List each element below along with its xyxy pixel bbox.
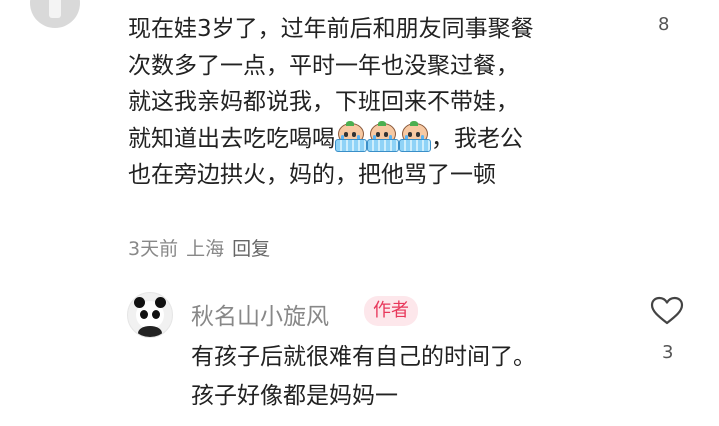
heart-icon[interactable]: [650, 296, 684, 326]
comment-like-count: 8: [658, 14, 670, 35]
comment-line-part: ，我老公: [431, 125, 523, 152]
panda-eye: [140, 310, 148, 319]
crying-baby-emoji-icon: [335, 120, 367, 152]
panda-ear: [134, 297, 145, 308]
reply-button[interactable]: 回复: [232, 238, 270, 260]
crying-baby-emoji-icon: [399, 120, 431, 152]
comment-location: 上海: [186, 238, 225, 260]
crying-baby-emoji-icon: [367, 120, 399, 152]
comment-line: 也在旁边拱火，妈的，把他骂了一顿: [128, 162, 496, 188]
author-badge: 作者: [364, 296, 418, 326]
reply-line: 有孩子后就很难有自己的时间了。: [191, 344, 536, 370]
panda-ear: [155, 297, 166, 308]
reply-like-count: 3: [662, 342, 674, 363]
comment-line-part: 就知道出去吃吃喝喝: [128, 125, 335, 152]
comment-line: 就这我亲妈都说我，下班回来不带娃，: [128, 89, 519, 115]
comment-body: 现在娃3岁了，过年前后和朋友同事聚餐 次数多了一点，平时一年也没聚过餐， 就这我…: [128, 11, 628, 194]
comment-line-with-emoji: 就知道出去吃吃喝喝 ，我老公: [128, 120, 628, 158]
avatar-figure: [49, 0, 61, 18]
text-fade-overlay: [395, 376, 555, 426]
reply-username[interactable]: 秋名山小旋风: [191, 297, 329, 331]
comment-time: 3天前: [128, 238, 179, 260]
comment-line: 次数多了一点，平时一年也没聚过餐，: [128, 52, 519, 79]
author-avatar[interactable]: [127, 292, 173, 338]
comment-line: 现在娃3岁了，过年前后和朋友同事聚餐: [128, 16, 534, 42]
panda-eye: [152, 310, 160, 319]
commenter-avatar[interactable]: [30, 0, 80, 28]
comment-meta: 3天前 上海 回复: [128, 234, 278, 261]
panda-body: [138, 326, 162, 337]
